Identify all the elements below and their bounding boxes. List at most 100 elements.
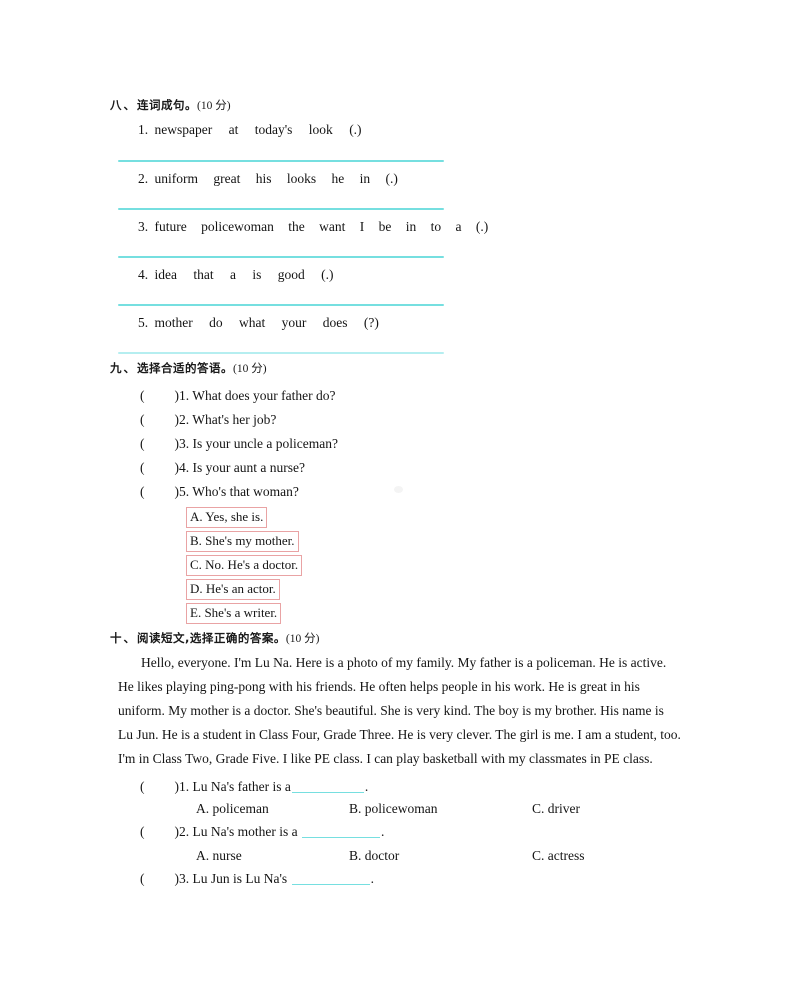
passage-line-2: He likes playing ping-pong with his frie… xyxy=(118,679,640,694)
word-token: (?) xyxy=(363,315,379,330)
answer-bracket[interactable]: ( xyxy=(140,484,145,499)
answer-option-a[interactable]: A. Yes, she is. xyxy=(186,507,268,528)
answer-blank[interactable] xyxy=(291,780,364,793)
word-token: (.) xyxy=(475,219,489,234)
word-token: today's xyxy=(254,122,293,137)
word-token: his xyxy=(255,171,272,186)
match-question-5: ()5. Who's that woman? xyxy=(140,484,299,500)
worksheet-page: 八、连词成句。(10 分) 1. newspaper at today's lo… xyxy=(0,0,800,985)
answer-bracket[interactable]: ( xyxy=(140,460,145,475)
answer-bracket[interactable]: ( xyxy=(140,824,145,839)
question-label: )4. xyxy=(174,460,190,475)
item-number: 4. xyxy=(138,267,149,282)
passage-line-1: Hello, everyone. I'm Lu Na. Here is a ph… xyxy=(141,655,667,670)
section-8-title: 连词成句。 xyxy=(137,98,197,112)
reading-q1-option-b[interactable]: B. policewoman xyxy=(349,801,437,817)
item-number: 2. xyxy=(138,171,149,186)
reading-q2-option-a[interactable]: A. nurse xyxy=(196,848,242,864)
answer-blank[interactable] xyxy=(291,872,370,885)
match-question-4: ( )4. Is your aunt a nurse? xyxy=(140,460,305,476)
reading-question-1: ()1. Lu Na's father is a. xyxy=(140,779,368,795)
question-text: Is your uncle a policeman? xyxy=(192,436,338,451)
answer-bracket[interactable]: ( xyxy=(140,412,145,427)
answer-blank[interactable] xyxy=(302,825,381,838)
answer-bracket[interactable]: ( xyxy=(140,779,145,794)
question-text: Is your aunt a nurse? xyxy=(192,460,305,475)
section-8-score: (10 分) xyxy=(197,100,231,112)
word-token: in xyxy=(359,171,371,186)
question-label: )2. xyxy=(174,412,190,427)
word-token: I xyxy=(359,219,365,234)
word-token: (.) xyxy=(349,122,362,137)
question-label: )1. xyxy=(174,779,190,794)
word-token: what xyxy=(239,315,266,330)
question-label: )1. xyxy=(174,388,190,403)
answer-rule-5[interactable] xyxy=(118,352,444,354)
word-token: idea xyxy=(154,267,178,282)
word-token: he xyxy=(331,171,345,186)
word-token: (.) xyxy=(321,267,334,282)
word-token: looks xyxy=(286,171,317,186)
word-token: do xyxy=(209,315,223,330)
word-token: newspaper xyxy=(154,122,213,137)
answer-bracket[interactable]: ( xyxy=(140,436,145,451)
answer-rule-2[interactable] xyxy=(118,208,444,210)
question-label: )2. xyxy=(174,824,190,839)
reading-q1-option-c[interactable]: C. driver xyxy=(532,801,580,817)
word-token: policewoman xyxy=(201,219,274,234)
word-token: uniform xyxy=(154,171,199,186)
answer-rule-3[interactable] xyxy=(118,256,444,258)
word-token: in xyxy=(405,219,417,234)
section-9-title: 选择合适的答语。 xyxy=(137,361,233,375)
question-stem: Lu Jun is Lu Na's xyxy=(192,871,288,886)
answer-option-b[interactable]: B. She's my mother. xyxy=(186,531,299,552)
question-label: )5. xyxy=(174,484,190,499)
item-number: 3. xyxy=(138,219,149,234)
question-text: What's her job? xyxy=(192,412,277,427)
word-order-item-1: 1. newspaper at today's look (.) xyxy=(138,122,362,138)
word-token: a xyxy=(455,219,462,234)
section-9-score: (10 分) xyxy=(233,363,267,375)
word-token: a xyxy=(230,267,236,282)
answer-option-d[interactable]: D. He's an actor. xyxy=(186,579,280,600)
word-token: (.) xyxy=(385,171,398,186)
section-10-score: (10 分) xyxy=(285,633,320,645)
answer-option-c[interactable]: C. No. He's a doctor. xyxy=(186,555,303,576)
match-question-2: ( )2. What's her job? xyxy=(140,412,276,428)
question-stem: Lu Na's mother is a xyxy=(192,824,298,839)
answer-option-e[interactable]: E. She's a writer. xyxy=(186,603,282,624)
question-label: )3. xyxy=(174,436,190,451)
answer-rule-1[interactable] xyxy=(118,160,444,162)
word-token: mother xyxy=(154,315,193,330)
section-8-number: 八、 xyxy=(110,98,137,112)
reading-question-2: ()2. Lu Na's mother is a . xyxy=(140,824,384,840)
passage-line-4: Lu Jun. He is a student in Class Four, G… xyxy=(118,727,681,742)
reading-question-3: ()3. Lu Jun is Lu Na's . xyxy=(140,871,374,887)
reading-q2-option-c[interactable]: C. actress xyxy=(532,848,584,864)
word-token: future xyxy=(154,219,187,234)
word-token: that xyxy=(193,267,214,282)
reading-q1-option-a[interactable]: A. policeman xyxy=(196,801,269,817)
section-10-title: 阅读短文,选择正确的答案。 xyxy=(137,631,286,645)
word-token: the xyxy=(288,219,305,234)
question-text: What does your father do? xyxy=(192,388,336,403)
question-label: )3. xyxy=(174,871,190,886)
word-order-item-5: 5. mother do what your does (?) xyxy=(138,315,379,331)
word-order-item-4: 4. idea that a is good (.) xyxy=(138,267,334,283)
passage-line-3: uniform. My mother is a doctor. She's be… xyxy=(118,703,664,718)
word-token: be xyxy=(378,219,392,234)
word-token: to xyxy=(430,219,442,234)
word-token: at xyxy=(228,122,239,137)
answer-bracket[interactable]: ( xyxy=(140,871,145,886)
word-token: look xyxy=(308,122,333,137)
word-token: great xyxy=(213,171,241,186)
section-10-number: 十、 xyxy=(110,631,137,645)
answer-rule-4[interactable] xyxy=(118,304,444,306)
answer-bracket[interactable]: ( xyxy=(140,388,145,403)
section-9-heading: 九、选择合适的答语。(10 分) xyxy=(110,360,267,376)
match-question-3: ( )3. Is your uncle a policeman? xyxy=(140,436,338,452)
section-10-heading: 十、阅读短文,选择正确的答案。(10 分) xyxy=(110,630,319,646)
reading-q2-option-b[interactable]: B. doctor xyxy=(349,848,399,864)
item-number: 1. xyxy=(138,122,149,137)
match-question-1: ( )1. What does your father do? xyxy=(140,388,335,404)
